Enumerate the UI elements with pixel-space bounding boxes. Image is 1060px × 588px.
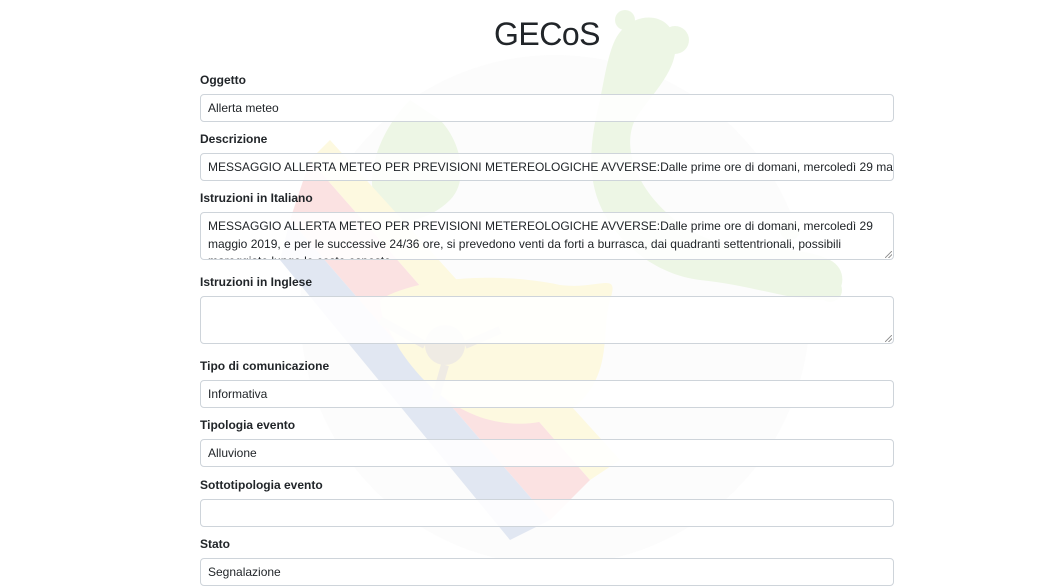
sottotipologia-evento-label: Sottotipologia evento xyxy=(200,478,323,492)
stato-label: Stato xyxy=(200,537,230,551)
istruzioni-italiano-label: Istruzioni in Italiano xyxy=(200,191,313,205)
form-group-istruzioni-italiano: Istruzioni in Italiano MESSAGGIO ALLERTA… xyxy=(200,190,894,260)
form-group-descrizione: Descrizione MESSAGGIO ALLERTA METEO PER … xyxy=(200,131,894,181)
oggetto-label: Oggetto xyxy=(200,73,246,87)
form-group-stato: Stato Segnalazione xyxy=(200,536,894,586)
tipo-comunicazione-label: Tipo di comunicazione xyxy=(200,359,330,373)
tipo-comunicazione-input[interactable]: Informativa xyxy=(200,380,894,408)
istruzioni-italiano-textarea[interactable]: MESSAGGIO ALLERTA METEO PER PREVISIONI M… xyxy=(200,212,894,260)
oggetto-input[interactable]: Allerta meteo xyxy=(200,94,894,122)
tipologia-evento-label: Tipologia evento xyxy=(200,418,296,432)
sottotipologia-evento-input[interactable] xyxy=(200,499,894,527)
descrizione-label: Descrizione xyxy=(200,132,268,146)
tipologia-evento-input[interactable]: Alluvione xyxy=(200,439,894,467)
page-title: GECoS xyxy=(494,16,600,52)
form-group-tipo-comunicazione: Tipo di comunicazione Informativa xyxy=(200,358,894,408)
form-group-sottotipologia-evento: Sottotipologia evento xyxy=(200,477,894,527)
stato-input[interactable]: Segnalazione xyxy=(200,558,894,586)
form-group-tipologia-evento: Tipologia evento Alluvione xyxy=(200,417,894,467)
form-group-istruzioni-inglese: Istruzioni in Inglese xyxy=(200,274,894,344)
istruzioni-italiano-text: MESSAGGIO ALLERTA METEO PER PREVISIONI M… xyxy=(208,219,873,259)
istruzioni-inglese-textarea[interactable] xyxy=(200,296,894,344)
resize-handle-icon[interactable] xyxy=(885,251,892,258)
form-group-oggetto: Oggetto Allerta meteo xyxy=(200,72,894,122)
istruzioni-inglese-label: Istruzioni in Inglese xyxy=(200,275,313,289)
resize-handle-icon[interactable] xyxy=(885,335,892,342)
descrizione-input[interactable]: MESSAGGIO ALLERTA METEO PER PREVISIONI M… xyxy=(200,153,894,181)
page: GECoS Oggetto Allerta meteo Descrizione … xyxy=(0,0,1060,588)
